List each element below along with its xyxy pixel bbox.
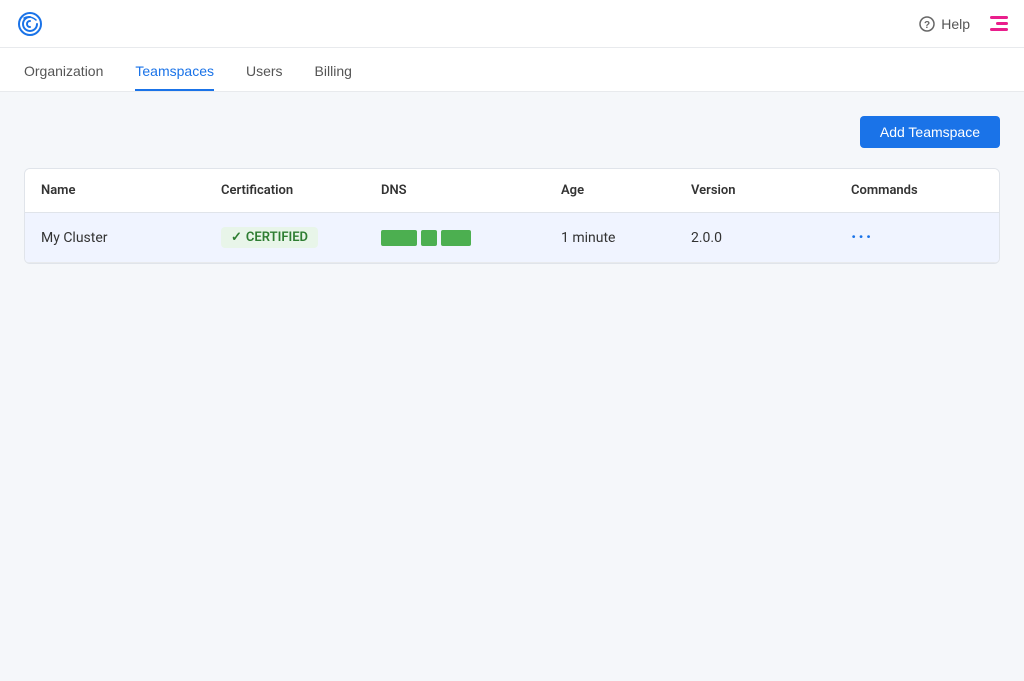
- cluster-version: 2.0.0: [675, 213, 835, 263]
- dns-blocks: [381, 230, 529, 246]
- col-header-age: Age: [545, 169, 675, 213]
- main-content: Add Teamspace Name Certification DNS Age…: [0, 92, 1024, 288]
- help-circle-icon: ?: [919, 16, 935, 32]
- help-label: Help: [941, 16, 970, 32]
- col-header-commands: Commands: [835, 169, 999, 213]
- menu-icon[interactable]: [990, 16, 1008, 31]
- cluster-dns: [365, 213, 545, 263]
- tab-organization[interactable]: Organization: [24, 63, 103, 91]
- cluster-certification: ✓ CERTIFIED: [205, 213, 365, 263]
- toolbar: Add Teamspace: [24, 116, 1000, 148]
- cluster-age: 1 minute: [545, 213, 675, 263]
- tab-teamspaces[interactable]: Teamspaces: [135, 63, 214, 91]
- dns-block-1: [381, 230, 417, 246]
- table-header-row: Name Certification DNS Age Version Comma…: [25, 169, 999, 213]
- header-left: [16, 10, 44, 38]
- dns-block-2: [421, 230, 437, 246]
- dns-block-3: [441, 230, 471, 246]
- check-icon: ✓: [231, 230, 242, 245]
- col-header-name: Name: [25, 169, 205, 213]
- certified-badge: ✓ CERTIFIED: [221, 227, 318, 248]
- app-header: ? Help: [0, 0, 1024, 48]
- more-options-button[interactable]: ···: [851, 227, 873, 248]
- tab-billing[interactable]: Billing: [315, 63, 352, 91]
- teamspaces-table-container: Name Certification DNS Age Version Comma…: [24, 168, 1000, 264]
- certified-label: CERTIFIED: [246, 230, 308, 245]
- svg-text:?: ?: [924, 20, 930, 31]
- add-teamspace-button[interactable]: Add Teamspace: [860, 116, 1000, 148]
- cluster-commands[interactable]: ···: [835, 213, 999, 263]
- table-row: My Cluster ✓ CERTIFIED: [25, 213, 999, 263]
- app-logo-icon: [16, 10, 44, 38]
- help-button[interactable]: ? Help: [919, 16, 970, 32]
- col-header-certification: Certification: [205, 169, 365, 213]
- col-header-dns: DNS: [365, 169, 545, 213]
- cluster-name: My Cluster: [25, 213, 205, 263]
- tab-users[interactable]: Users: [246, 63, 283, 91]
- teamspaces-table: Name Certification DNS Age Version Comma…: [25, 169, 999, 263]
- col-header-version: Version: [675, 169, 835, 213]
- nav-tabs: Organization Teamspaces Users Billing: [0, 48, 1024, 92]
- header-right: ? Help: [919, 16, 1008, 32]
